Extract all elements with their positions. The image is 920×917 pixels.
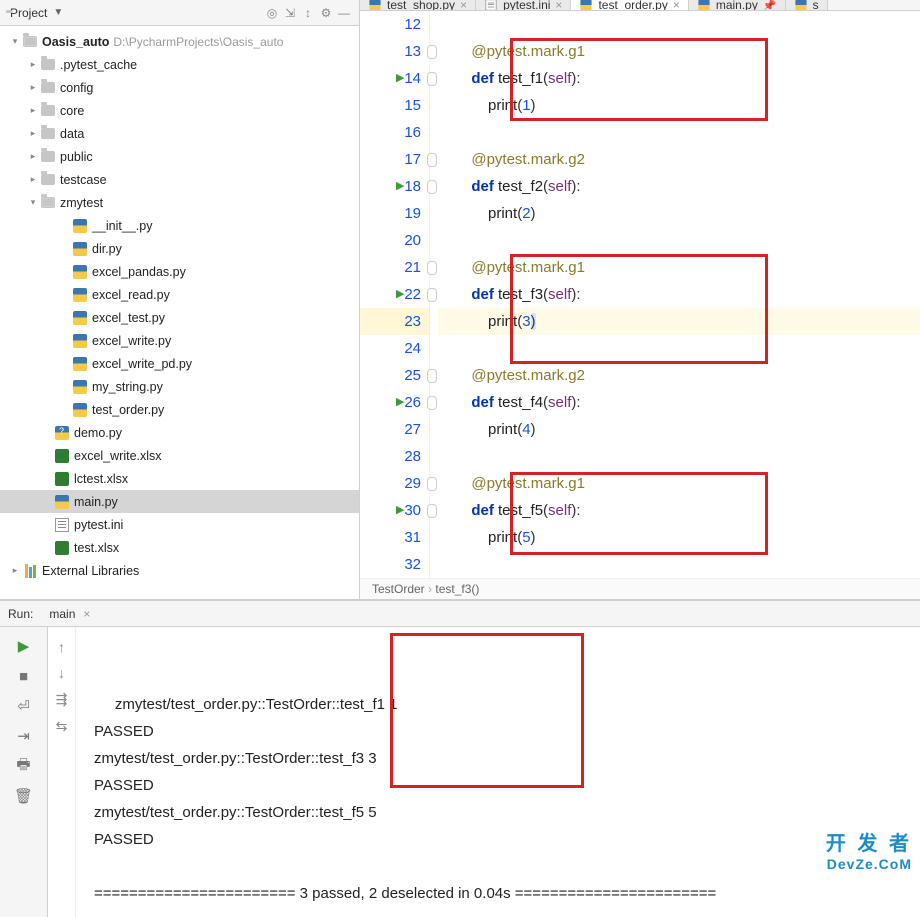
project-tree[interactable]: ▾Oasis_autoD:\PycharmProjects\Oasis_auto… xyxy=(0,26,359,599)
tree-node[interactable]: excel_pandas.py xyxy=(0,260,359,283)
print-icon[interactable]: 🖶 xyxy=(15,757,33,775)
watermark: 开 发 者 DevZe.CoM xyxy=(826,827,912,872)
editor-tabs[interactable]: test_shop.py×pytest.ini×test_order.py×ma… xyxy=(360,0,920,11)
stop-icon[interactable]: ■ xyxy=(15,667,33,685)
project-tool-header[interactable]: Project ▼ ◎ ⇲ ↕ ⚙ — xyxy=(0,0,359,26)
hide-icon[interactable]: — xyxy=(335,6,353,20)
tab-s[interactable]: s xyxy=(786,0,828,10)
tree-node[interactable]: ▸.pytest_cache xyxy=(0,53,359,76)
rerun-icon[interactable]: ▶ xyxy=(15,637,33,655)
tree-node[interactable]: main.py xyxy=(0,490,359,513)
tree-node[interactable]: test.xlsx xyxy=(0,536,359,559)
tree-node[interactable]: pytest.ini xyxy=(0,513,359,536)
tree-node[interactable]: excel_write.xlsx xyxy=(0,444,359,467)
tree-node[interactable]: excel_write.py xyxy=(0,329,359,352)
tree-node[interactable]: test_order.py xyxy=(0,398,359,421)
expand-all-icon[interactable]: ⇲ xyxy=(281,6,299,20)
select-opened-icon[interactable]: ◎ xyxy=(263,6,281,20)
collapse-all-icon[interactable]: ↕ xyxy=(299,6,317,20)
tree-node[interactable]: ▾Oasis_autoD:\PycharmProjects\Oasis_auto xyxy=(0,30,359,53)
layout-icon[interactable]: ⇆ xyxy=(56,718,68,735)
tree-node[interactable]: ▾zmytest xyxy=(0,191,359,214)
tree-node[interactable]: excel_read.py xyxy=(0,283,359,306)
tree-node[interactable]: excel_write_pd.py xyxy=(0,352,359,375)
tree-node[interactable]: excel_test.py xyxy=(0,306,359,329)
scroll-icon[interactable]: ⇥ xyxy=(15,727,33,745)
tree-node[interactable]: ▸core xyxy=(0,99,359,122)
breadcrumb-func[interactable]: test_f3() xyxy=(425,582,480,596)
tree-node[interactable]: ▸config xyxy=(0,76,359,99)
close-icon[interactable]: × xyxy=(83,607,90,621)
tree-node[interactable]: ▸testcase xyxy=(0,168,359,191)
tree-node[interactable]: ▸data xyxy=(0,122,359,145)
breadcrumb[interactable]: TestOrdertest_f3() xyxy=(360,578,920,599)
tree-node[interactable]: demo.py xyxy=(0,421,359,444)
breadcrumb-class[interactable]: TestOrder xyxy=(372,582,425,596)
run-label: Run: xyxy=(8,607,33,621)
tree-node[interactable]: ▸External Libraries xyxy=(0,559,359,582)
run-toolbar: ▶ ■ ⏎ ⇥ 🖶 🗑 xyxy=(0,627,48,917)
tab-test_shop-py[interactable]: test_shop.py× xyxy=(360,0,476,10)
run-config-name[interactable]: main xyxy=(49,607,75,621)
tree-node[interactable]: dir.py xyxy=(0,237,359,260)
gear-icon[interactable]: ⚙ xyxy=(317,6,335,20)
run-header: Run: main × xyxy=(0,601,920,627)
tree-node[interactable]: __init__.py xyxy=(0,214,359,237)
up-icon[interactable]: ↑ xyxy=(58,639,65,655)
tree-node[interactable]: my_string.py xyxy=(0,375,359,398)
tree-node[interactable]: ▸public xyxy=(0,145,359,168)
tab-pytest-ini[interactable]: pytest.ini× xyxy=(476,0,571,10)
chevron-down-icon[interactable]: ▼ xyxy=(53,7,63,18)
soft-wrap-icon[interactable]: ⏎ xyxy=(15,697,33,715)
project-title: Project xyxy=(10,6,47,20)
clear-icon[interactable]: 🗑 xyxy=(15,787,33,805)
run-toolbar2: ↑ ↓ ⇶ ⇆ xyxy=(48,627,76,917)
tab-main-py[interactable]: main.py📌 xyxy=(689,0,786,10)
down-icon[interactable]: ↓ xyxy=(58,665,65,681)
console-output[interactable]: zmytest/test_order.py::TestOrder::test_f… xyxy=(76,627,920,917)
tab-test_order-py[interactable]: test_order.py× xyxy=(571,0,688,10)
tree-node[interactable]: lctest.xlsx xyxy=(0,467,359,490)
filter-icon[interactable]: ⇶ xyxy=(56,691,68,708)
